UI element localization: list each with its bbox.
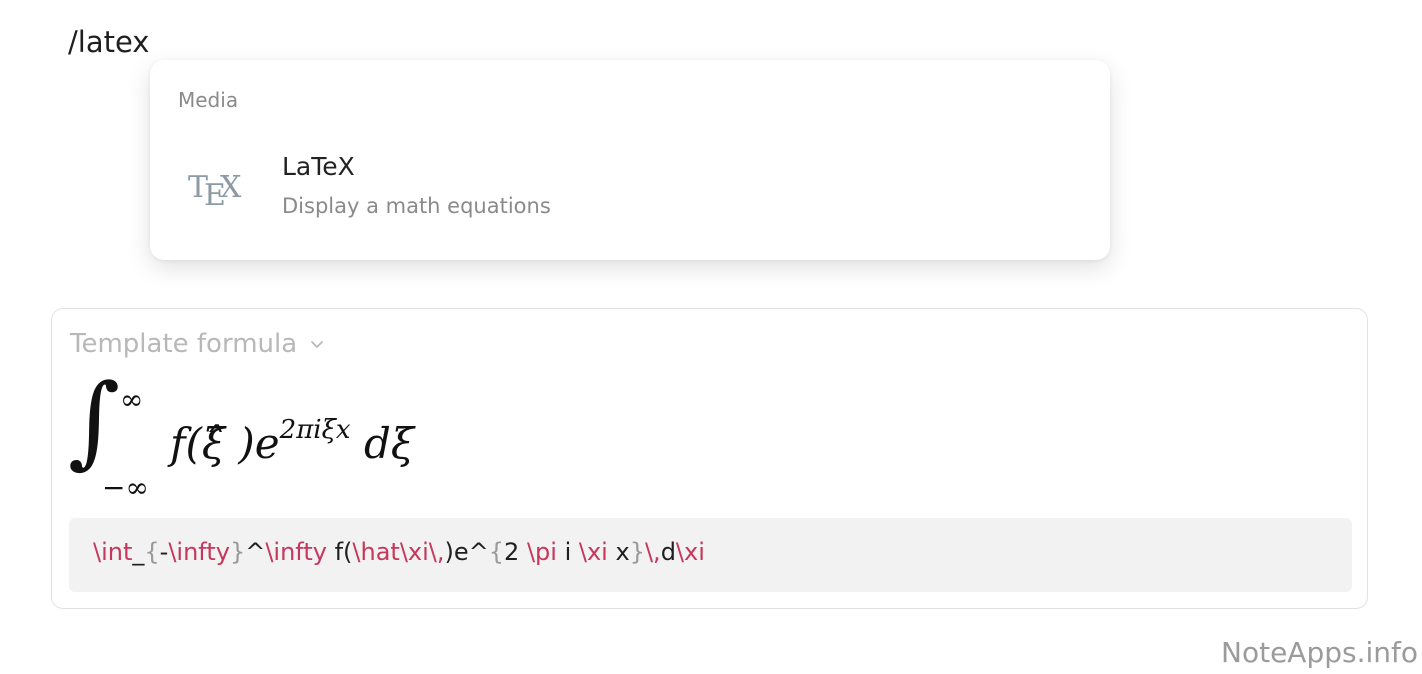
latex-code-editor[interactable]: \int_{-\infty}^\infty f(\hat\xi\,)e^{2 \… (69, 518, 1352, 592)
code-token-brace: { (488, 538, 505, 566)
watermark: NoteApps.info (1221, 636, 1418, 669)
popup-item-title: LaTeX (282, 152, 355, 181)
latex-code-line[interactable]: \int_{-\infty}^\infty f(\hat\xi\,)e^{2 \… (93, 538, 705, 566)
code-token-cmd: \xi (578, 538, 608, 566)
chevron-down-icon (311, 341, 324, 348)
formula-exponent: 2πiξx (279, 415, 351, 445)
code-token-cmd: \pi (526, 538, 557, 566)
code-token-cmd: \int (93, 538, 133, 566)
code-token-cmd: \xi (399, 538, 429, 566)
formula-expression: f(ξ̂ )e2πiξx dξ (170, 415, 414, 468)
latex-block[interactable]: Template formula ∫ ∞ −∞ f(ξ̂ )e2πiξx dξ … (51, 308, 1368, 609)
integral-lower-limit: −∞ (102, 471, 149, 504)
code-token-cmd: \infty (168, 538, 230, 566)
integral-upper-limit: ∞ (120, 383, 144, 416)
code-token-cmd: \, (428, 538, 445, 566)
command-popup: Media TEX LaTeX Display a math equations (150, 60, 1110, 260)
popup-item-description: Display a math equations (282, 194, 551, 218)
code-token-cmd: \infty (265, 538, 327, 566)
code-token-plain: d (660, 538, 676, 566)
slash-command-text[interactable]: /latex (68, 22, 149, 62)
popup-item-latex[interactable]: TEX LaTeX Display a math equations (150, 148, 1110, 248)
code-token-brace: } (229, 538, 246, 566)
formula-main: f(ξ̂ )e (170, 419, 280, 468)
code-token-cmd: \hat (352, 538, 400, 566)
rendered-formula: ∫ ∞ −∞ f(ξ̂ )e2πiξx dξ (68, 371, 568, 509)
code-token-plain: )e^ (444, 538, 489, 566)
code-token-brace: } (629, 538, 645, 566)
code-token-plain: i (556, 538, 579, 566)
integral-sign: ∫ (68, 362, 121, 479)
popup-section-label: Media (178, 88, 239, 112)
code-token-plain: x (607, 538, 630, 566)
formula-tail: dξ (350, 419, 414, 468)
template-formula-label: Template formula (70, 329, 298, 359)
tex-logo-icon: TEX (188, 170, 241, 213)
code-token-brace: { (144, 538, 160, 566)
template-formula-dropdown[interactable]: Template formula (70, 329, 325, 359)
code-token-cmd: \xi (675, 538, 705, 566)
code-token-plain: ^ (245, 538, 266, 566)
code-token-plain: 2 (504, 538, 527, 566)
code-token-cmd: \, (644, 538, 661, 566)
code-token-plain: _ (132, 538, 145, 566)
code-token-plain: f( (326, 538, 353, 566)
